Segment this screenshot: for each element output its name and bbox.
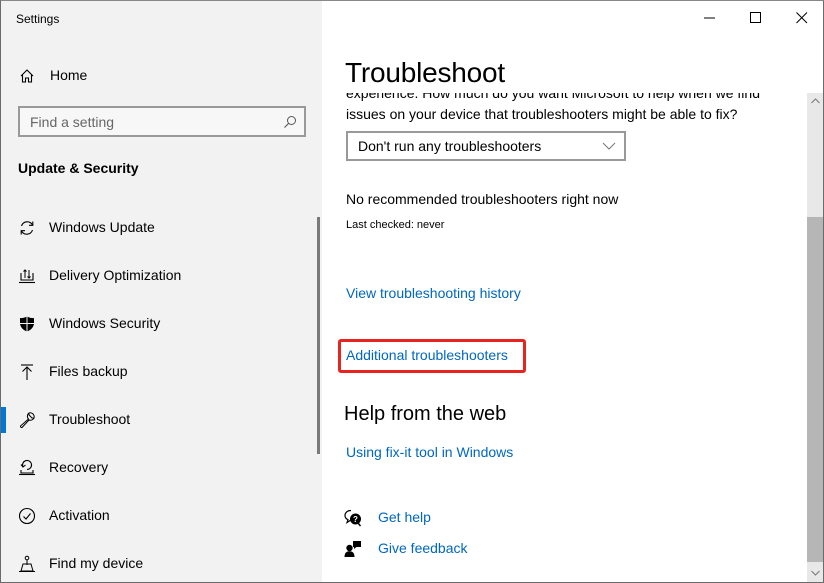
dropdown-value: Don't run any troubleshooters: [358, 138, 542, 154]
sidebar: Settings Home Update & Security Window: [1, 1, 322, 582]
maximize-button[interactable]: [733, 1, 779, 35]
content-area: experience. How much do you want Microso…: [322, 93, 807, 582]
main-scrollbar[interactable]: [807, 93, 823, 582]
sidebar-item-files-backup[interactable]: Files backup: [1, 347, 317, 395]
last-checked-text: Last checked: never: [346, 219, 445, 231]
main-panel: Troubleshoot experience. How much do you…: [322, 1, 823, 582]
sidebar-item-recovery[interactable]: Recovery: [1, 443, 317, 491]
chevron-up-icon: [811, 98, 820, 104]
no-recommended-text: No recommended troubleshooters right now: [346, 191, 619, 207]
shield-icon: [20, 316, 34, 332]
window-controls: [687, 1, 823, 35]
sidebar-item-windows-security[interactable]: Windows Security: [1, 299, 317, 347]
minimize-icon: [704, 17, 715, 19]
check-circle-icon: [18, 507, 36, 525]
help-heading: Help from the web: [344, 403, 507, 425]
delivery-optimization-icon: [19, 269, 35, 284]
upload-arrow-icon: [21, 364, 33, 380]
description-text: issues on your device that troubleshoote…: [346, 106, 738, 122]
home-icon: [20, 69, 34, 83]
scrollbar-thumb[interactable]: [807, 217, 823, 562]
sidebar-item-label: Activation: [49, 507, 110, 523]
sidebar-item-label: Windows Update: [49, 219, 155, 235]
sidebar-item-label: Delivery Optimization: [49, 267, 182, 283]
refresh-icon: [20, 221, 34, 235]
sidebar-item-delivery-optimization[interactable]: Delivery Optimization: [1, 251, 317, 299]
get-help-icon: ?: [344, 509, 362, 527]
page-title: Troubleshoot: [345, 57, 505, 88]
sidebar-home-label: Home: [50, 67, 88, 83]
app-title: Settings: [16, 12, 60, 26]
additional-troubleshooters-link[interactable]: Additional troubleshooters: [346, 347, 508, 363]
find-device-icon: [19, 555, 35, 572]
feedback-icon: [344, 541, 361, 557]
fixit-tool-link[interactable]: Using fix-it tool in Windows: [346, 444, 513, 460]
section-title: Update & Security: [18, 160, 139, 176]
wrench-icon: [19, 412, 35, 429]
description-text-partial: experience. How much do you want Microso…: [346, 93, 760, 101]
recovery-icon: [19, 460, 35, 476]
settings-window: Settings Home Update & Security Window: [0, 0, 824, 583]
scroll-up-button[interactable]: [807, 93, 823, 110]
sidebar-item-label: Find my device: [49, 555, 144, 571]
close-button[interactable]: [779, 1, 823, 35]
view-history-link[interactable]: View troubleshooting history: [346, 285, 521, 301]
troubleshooter-preference-dropdown[interactable]: Don't run any troubleshooters: [346, 131, 626, 161]
search-box[interactable]: [18, 106, 306, 137]
give-feedback-row[interactable]: Give feedback: [344, 538, 544, 560]
svg-text:?: ?: [353, 515, 358, 524]
give-feedback-link[interactable]: Give feedback: [378, 540, 468, 556]
active-indicator: [1, 407, 6, 433]
sidebar-item-label: Files backup: [49, 363, 128, 379]
sidebar-item-label: Troubleshoot: [49, 411, 131, 427]
sidebar-item-activation[interactable]: Activation: [1, 491, 317, 539]
search-icon[interactable]: [283, 115, 297, 129]
close-icon: [796, 12, 808, 24]
sidebar-item-windows-update[interactable]: Windows Update: [1, 203, 317, 251]
sidebar-item-label: Recovery: [49, 459, 109, 475]
maximize-icon: [750, 12, 761, 23]
sidebar-scrollbar[interactable]: [317, 217, 320, 454]
get-help-link[interactable]: Get help: [378, 509, 431, 525]
sidebar-item-label: Windows Security: [49, 315, 161, 331]
minimize-button[interactable]: [687, 1, 733, 35]
chevron-down-icon: [602, 142, 616, 150]
scroll-down-button[interactable]: [807, 565, 823, 582]
sidebar-item-troubleshoot[interactable]: Troubleshoot: [1, 395, 317, 443]
get-help-row[interactable]: ? Get help: [344, 507, 544, 529]
search-input[interactable]: [20, 108, 304, 135]
sidebar-home[interactable]: Home: [1, 63, 322, 89]
sidebar-item-find-my-device[interactable]: Find my device: [1, 539, 317, 582]
chevron-down-icon: [811, 570, 820, 576]
